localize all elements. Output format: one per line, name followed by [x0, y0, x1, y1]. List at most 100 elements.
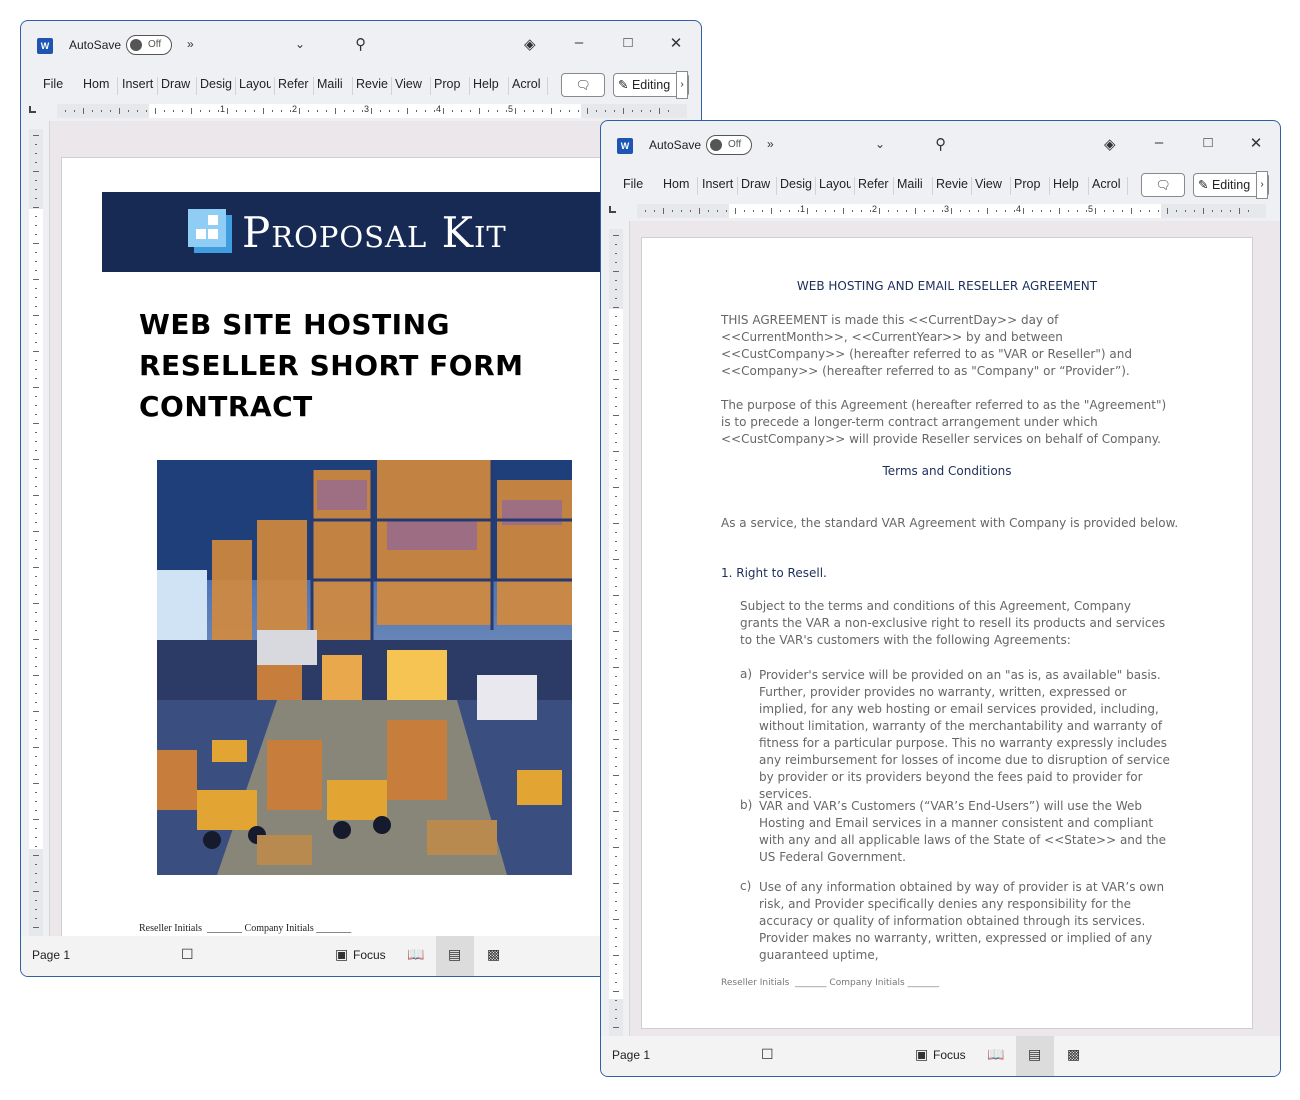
ruler-tick [1005, 210, 1006, 212]
tab-draw[interactable]: Draw [741, 177, 773, 191]
tab-insert[interactable]: Insert [122, 77, 154, 91]
tab-properties[interactable]: Prop [434, 77, 466, 91]
close-icon[interactable]: ✕ [666, 34, 686, 52]
autosave-toggle[interactable]: Off [126, 35, 172, 55]
ribbon-more-chevron-icon[interactable]: › [1256, 171, 1268, 199]
tab-review[interactable]: Revie [936, 177, 968, 191]
premium-diamond-icon[interactable]: ◈ [1104, 135, 1116, 153]
ruler-tick [615, 766, 617, 767]
customize-qat-chevron-icon[interactable]: ⌄ [295, 37, 305, 51]
more-commands-button[interactable]: » [187, 37, 194, 51]
ruler-number: 2 [292, 104, 298, 114]
ruler-tick [33, 243, 39, 244]
tab-file[interactable]: File [623, 177, 647, 191]
search-icon[interactable]: ⚲ [935, 135, 946, 153]
ribbon-more-chevron-icon[interactable]: › [676, 71, 688, 99]
initials-blank: _______ [207, 923, 243, 934]
premium-diamond-icon[interactable]: ◈ [524, 35, 536, 53]
accessibility-check-icon[interactable]: ☐ [761, 1046, 774, 1063]
read-mode-icon[interactable]: 📖 [987, 1046, 1004, 1063]
read-mode-icon[interactable]: 📖 [407, 946, 424, 963]
document-canvas[interactable]: WEB HOSTING AND EMAIL RESELLER AGREEMENT… [630, 221, 1280, 1036]
ruler-tick [33, 387, 39, 388]
ruler-tick [615, 370, 617, 371]
status-bar: Page 1 ☐ ▣ Focus 📖 ▤ ▩ [21, 936, 701, 976]
ruler-tick [615, 640, 617, 641]
ruler-tick [83, 108, 84, 114]
ruler-tick [888, 210, 889, 212]
ruler-tick [33, 927, 39, 928]
ruler-tick [615, 253, 617, 254]
print-layout-icon[interactable]: ▤ [1028, 1046, 1041, 1063]
focus-button[interactable]: Focus [353, 948, 386, 962]
more-commands-button[interactable]: » [767, 137, 774, 151]
horizontal-ruler[interactable]: 1 2 3 4 5 [601, 201, 1280, 221]
tab-properties[interactable]: Prop [1014, 177, 1046, 191]
ruler-tick [708, 210, 709, 212]
tab-mailings[interactable]: Maili [897, 177, 929, 191]
tab-view[interactable]: View [975, 177, 1007, 191]
autosave-toggle[interactable]: Off [706, 135, 752, 155]
tab-acrobat[interactable]: Acrol [1092, 177, 1124, 191]
accessibility-check-icon[interactable]: ☐ [181, 946, 194, 963]
tab-help[interactable]: Help [473, 77, 505, 91]
tab-selector-icon[interactable] [29, 106, 36, 113]
tab-layout[interactable]: Layou [239, 77, 271, 91]
maximize-icon[interactable]: □ [618, 34, 638, 51]
tab-review[interactable]: Revie [356, 77, 388, 91]
tab-home[interactable]: Hom [663, 177, 695, 191]
close-icon[interactable]: ✕ [1246, 134, 1266, 152]
tab-divider [815, 177, 816, 195]
tab-divider [547, 77, 548, 95]
ruler-tick [762, 210, 763, 212]
ruler-tick [1194, 210, 1195, 212]
ruler-tick [951, 208, 952, 214]
word-logo-icon: W [617, 138, 633, 154]
tab-references[interactable]: Refer [858, 177, 890, 191]
ruler-tick [128, 110, 129, 112]
tab-design[interactable]: Desig [200, 77, 232, 91]
tab-file[interactable]: File [43, 77, 67, 91]
horizontal-ruler[interactable]: 1 2 3 4 5 [21, 101, 701, 121]
customize-qat-chevron-icon[interactable]: ⌄ [875, 137, 885, 151]
tab-design[interactable]: Desig [780, 177, 812, 191]
tab-mailings[interactable]: Maili [317, 77, 349, 91]
focus-button[interactable]: Focus [933, 1048, 966, 1062]
focus-icon[interactable]: ▣ [335, 946, 348, 963]
terms-heading: Terms and Conditions [882, 464, 1012, 478]
tab-help[interactable]: Help [1053, 177, 1085, 191]
web-layout-icon[interactable]: ▩ [1067, 1046, 1080, 1063]
tab-references[interactable]: Refer [278, 77, 310, 91]
ruler-tick [615, 784, 617, 785]
ruler-tick [35, 288, 37, 289]
comments-button[interactable]: 🗨 [561, 73, 605, 97]
page-indicator[interactable]: Page 1 [612, 1048, 650, 1062]
ruler-tick [515, 108, 516, 114]
web-layout-icon[interactable]: ▩ [487, 946, 500, 963]
comments-button[interactable]: 🗨 [1141, 173, 1185, 197]
maximize-icon[interactable]: □ [1198, 134, 1218, 151]
ruler-tick [906, 210, 907, 212]
vertical-ruler[interactable] [29, 129, 43, 936]
tab-insert[interactable]: Insert [702, 177, 734, 191]
ruler-tick [290, 110, 291, 112]
ruler-tick [35, 810, 37, 811]
tab-view[interactable]: View [395, 77, 427, 91]
minimize-icon[interactable]: – [569, 34, 589, 51]
ruler-tick [33, 819, 39, 820]
page-indicator[interactable]: Page 1 [32, 948, 70, 962]
tab-selector-icon[interactable] [609, 206, 616, 213]
tab-layout[interactable]: Layou [819, 177, 851, 191]
vertical-ruler[interactable] [609, 229, 623, 1036]
tab-acrobat[interactable]: Acrol [512, 77, 544, 91]
minimize-icon[interactable]: – [1149, 134, 1169, 151]
ruler-tick [641, 110, 642, 112]
tab-home[interactable]: Hom [83, 77, 115, 91]
print-layout-icon[interactable]: ▤ [448, 946, 461, 963]
ruler-tick [35, 324, 37, 325]
focus-icon[interactable]: ▣ [915, 1046, 928, 1063]
autosave-state: Off [728, 139, 742, 150]
ruler-tick [615, 298, 617, 299]
search-icon[interactable]: ⚲ [355, 35, 366, 53]
tab-draw[interactable]: Draw [161, 77, 193, 91]
